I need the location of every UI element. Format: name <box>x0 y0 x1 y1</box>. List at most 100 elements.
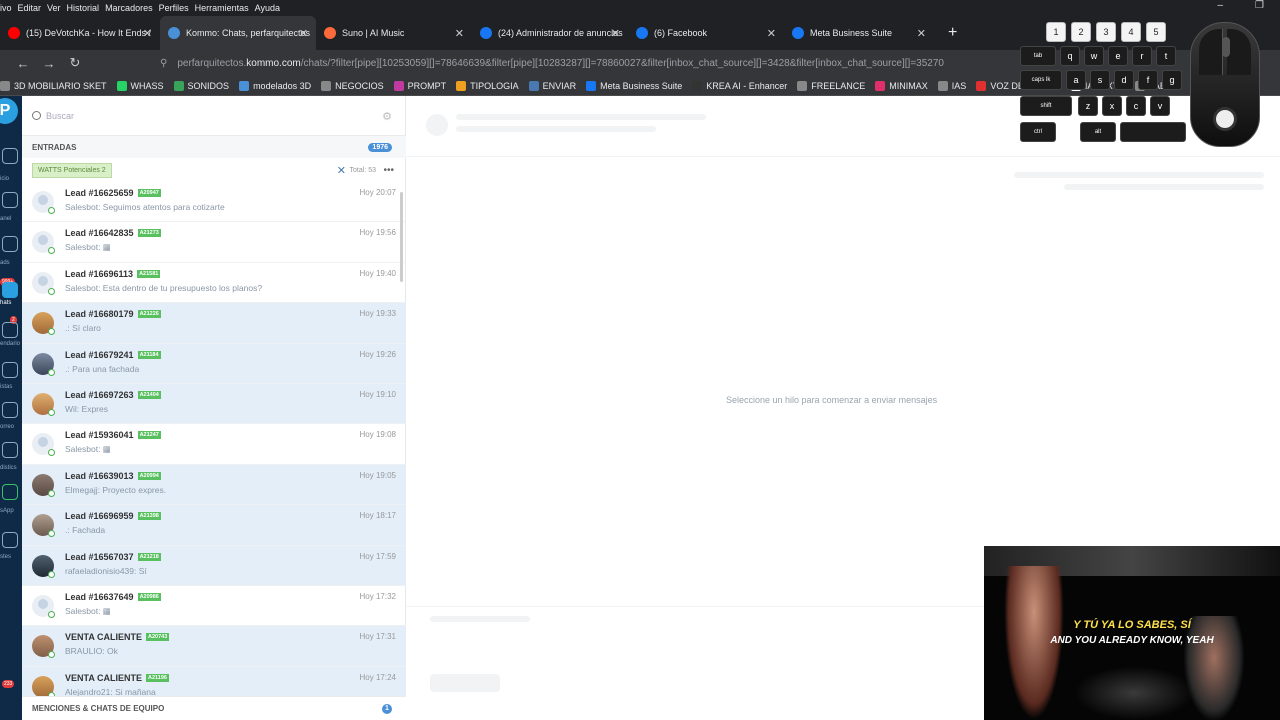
site-info-icon[interactable]: ⚲ <box>160 58 167 69</box>
chats-icon[interactable] <box>2 282 18 298</box>
chat-row[interactable]: Lead #15936041 A21247 Salesbot: ▦ Hoy 19:08 <box>22 424 406 465</box>
stats-icon[interactable] <box>2 442 18 458</box>
online-status-icon <box>48 287 55 295</box>
browser-tab[interactable]: (15) DeVotchKa - How It Ends / ✕ <box>0 16 160 50</box>
chat-row[interactable]: Lead #16567037 A21218 rafaeladionisio439: … <box>22 545 406 586</box>
menu-item-ver[interactable]: Ver <box>47 3 67 13</box>
settings-icon[interactable] <box>2 532 18 548</box>
menu-item[interactable]: ivo <box>0 3 18 13</box>
chat-title: Lead #16679241 <box>65 349 134 360</box>
music-video-overlay: Y TÚ YA LO SABES, SÍ AND YOU ALREADY KNO… <box>984 546 1280 720</box>
scrollbar[interactable] <box>400 192 403 282</box>
chat-row[interactable]: Lead #16637649 A20986 Salesbot: ▦ Hoy 17:32 <box>22 586 406 627</box>
chat-row[interactable]: Lead #16680179 A21226 .: Sí claro Hoy 19:33 <box>22 303 406 344</box>
chat-row[interactable]: Lead #16642835 A21273 Salesbot: ▦ Hoy 19:56 <box>22 222 406 263</box>
filter-chip[interactable]: WATTS Potenciales 2 <box>32 162 112 178</box>
close-tab-icon[interactable]: ✕ <box>917 27 926 40</box>
chat-title-line: Lead #16642835 A21273 <box>65 228 161 238</box>
chat-row[interactable]: Lead #16679241 A21184 .: Para una fachada H… <box>22 343 406 384</box>
bookmark-item[interactable]: IAS <box>937 80 966 91</box>
minimize-icon[interactable]: – <box>1217 0 1229 11</box>
browser-tab[interactable]: Meta Business Suite ✕ <box>784 16 934 50</box>
lists-icon[interactable] <box>2 362 18 378</box>
chat-row[interactable]: Lead #16625659 A20947 Salesbot: Seguimos a… <box>22 182 406 223</box>
close-tab-icon[interactable]: ✕ <box>299 27 308 40</box>
chat-title-line: VENTA CALIENTE A20743 <box>65 632 170 642</box>
skeleton-line <box>456 126 656 132</box>
avatar <box>32 554 55 578</box>
more-options-icon[interactable]: ••• <box>383 165 394 176</box>
back-icon[interactable]: ← <box>10 56 36 71</box>
browser-tab-active[interactable]: Kommo: Chats, perfarquitectos ✕ <box>160 16 316 50</box>
chat-row[interactable]: Lead #16696959 A21398 .: Fachada Hoy 18:17 <box>22 505 406 546</box>
inbox-count-badge: 1976 <box>368 142 392 152</box>
close-tab-icon[interactable]: ✕ <box>611 27 620 40</box>
chat-title: Lead #16639013 <box>65 470 134 481</box>
key-x: x <box>1102 96 1122 116</box>
bookmark-item[interactable]: PROMPT <box>393 80 446 91</box>
team-chats-section[interactable]: MENCIONES & CHATS DE EQUIPO 1 <box>22 696 406 720</box>
mail-icon[interactable] <box>2 402 18 418</box>
bookmark-item[interactable]: 3D MOBILIARIO SKET <box>0 80 107 91</box>
nav-label-whatsapp: sApp <box>0 508 14 514</box>
bookmark-item[interactable]: SONIDOS <box>173 80 229 91</box>
browser-tab[interactable]: (6) Facebook ✕ <box>628 16 784 50</box>
subtitle-spanish: Y TÚ YA LO SABES, SÍ <box>1073 619 1191 631</box>
chat-row[interactable]: Lead #16639013 A20994 Elmegajj: Proyecto e… <box>22 464 406 506</box>
bookmark-item[interactable]: WHASS <box>116 80 164 91</box>
bookmark-label: KREA AI - Enhancer <box>706 80 788 91</box>
bookmark-item[interactable]: modelados 3D <box>239 80 311 91</box>
bookmark-item[interactable]: FREELANCE <box>797 80 865 91</box>
bookmark-label: NEGOCIOS <box>335 80 384 91</box>
menu-item-historial[interactable]: Historial <box>67 3 106 13</box>
kommo-logo[interactable]: P <box>0 98 18 124</box>
youtube-icon <box>8 27 20 39</box>
gear-icon[interactable]: ⚙ <box>382 110 392 123</box>
bookmark-label: Meta Business Suite <box>600 80 683 91</box>
inbox-header[interactable]: ENTRADAS 1976 <box>22 136 406 158</box>
menu-item-marcadores[interactable]: Marcadores <box>105 3 159 13</box>
browser-tab[interactable]: Suno | AI Music ✕ <box>316 16 472 50</box>
chat-timestamp: Hoy 18:17 <box>359 511 396 521</box>
close-tab-icon[interactable]: ✕ <box>767 27 776 40</box>
url-field[interactable]: ⚲ perfarquitectos.kommo.com/chats/?filte… <box>160 54 1010 72</box>
menu-item-perfiles[interactable]: Perfiles <box>159 3 195 13</box>
chat-row[interactable]: VENTA CALIENTE A21196 Alejandro21: Si maña… <box>22 666 406 696</box>
avatar <box>32 594 55 618</box>
avatar <box>32 635 55 659</box>
reload-icon[interactable]: ↻ <box>62 55 88 71</box>
bookmark-item[interactable]: Meta Business Suite <box>586 80 683 91</box>
ads-icon[interactable] <box>2 236 18 252</box>
browser-tab[interactable]: (24) Administrador de anuncios ✕ <box>472 16 628 50</box>
new-tab-icon[interactable]: + <box>948 24 957 42</box>
chat-row[interactable]: Lead #16696113 A21581 Salesbot: Esta dentr… <box>22 263 406 304</box>
clear-filter-icon[interactable]: ✕ <box>337 164 346 177</box>
dashboard-icon[interactable] <box>2 148 18 164</box>
chat-row[interactable]: VENTA CALIENTE A20743 BRAULIO: Ok Hoy 17:31 <box>22 626 406 667</box>
bookmark-item[interactable]: NEGOCIOS <box>321 80 384 91</box>
bookmark-item[interactable]: MINIMAX <box>875 80 928 91</box>
leads-icon[interactable] <box>2 192 18 208</box>
avatar <box>32 312 55 336</box>
chat-timestamp: Hoy 19:56 <box>359 228 396 238</box>
search-bar[interactable]: Buscar ⚙ <box>22 96 406 136</box>
chat-row[interactable]: Lead #16697263 A21404 Wil: Expres Hoy 19:10 <box>22 383 406 425</box>
close-tab-icon[interactable]: ✕ <box>143 27 152 40</box>
avatar <box>32 433 55 457</box>
online-status-icon <box>48 449 55 457</box>
calendar-icon[interactable] <box>2 322 18 338</box>
menu-item-ayuda[interactable]: Ayuda <box>255 3 286 13</box>
restore-icon[interactable]: ❐ <box>1255 0 1270 11</box>
menu-item-herramientas[interactable]: Herramientas <box>195 3 255 13</box>
bookmark-item[interactable]: TIPOLOGIA <box>456 80 519 91</box>
bookmark-item[interactable]: KREA AI - Enhancer <box>692 80 788 91</box>
whatsapp-icon[interactable] <box>2 484 18 500</box>
close-tab-icon[interactable]: ✕ <box>455 27 464 40</box>
online-status-icon <box>48 207 55 214</box>
forward-icon[interactable]: → <box>36 56 62 71</box>
search-input[interactable]: Buscar <box>46 111 74 121</box>
lead-tag: A21247 <box>137 431 161 440</box>
menu-item-editar[interactable]: Editar <box>18 3 48 13</box>
chat-timestamp: Hoy 19:33 <box>359 309 396 319</box>
bookmark-item[interactable]: ENVIAR <box>528 80 576 91</box>
